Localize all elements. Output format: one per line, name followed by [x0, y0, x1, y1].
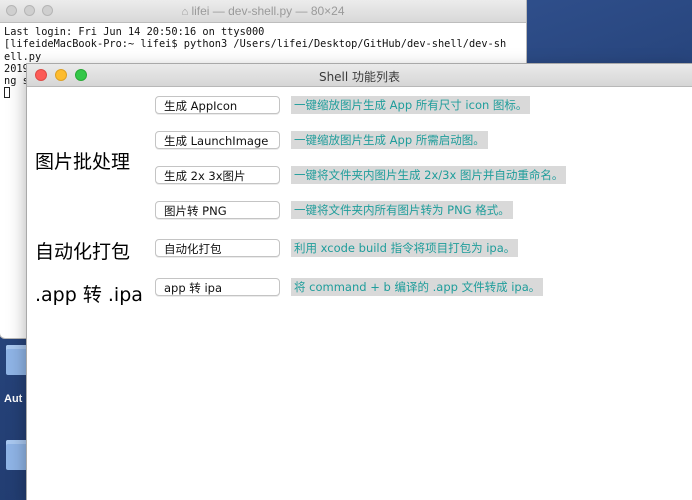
generate-appicon-desc: 一键缩放图片生成 App 所有尺寸 icon 图标。: [291, 96, 531, 114]
shell-window[interactable]: Shell 功能列表 图片批处理 自动化打包 .app 转 .ipa 生成 Ap…: [27, 64, 692, 500]
auto-package-desc: 利用 xcode build 指令将项目打包为 ipa。: [291, 239, 519, 257]
terminal-title: ⌂ lifei — dev-shell.py — 80×24: [181, 4, 345, 18]
generate-2x3x-desc: 一键将文件夹内图片生成 2x/3x 图片并自动重命名。: [291, 166, 567, 184]
category-auto-package: 自动化打包: [35, 241, 131, 263]
terminal-line: [lifeideMacBook-Pro:~ lifei$ python3 /Us…: [4, 38, 507, 51]
generate-appicon-button[interactable]: 生成 AppIcon: [155, 96, 280, 114]
convert-png-desc: 一键将文件夹内所有图片转为 PNG 格式。: [291, 201, 513, 219]
auto-package-button[interactable]: 自动化打包: [155, 239, 280, 257]
app-to-ipa-button[interactable]: app 转 ipa: [155, 278, 280, 296]
category-image-batch: 图片批处理: [35, 151, 131, 173]
terminal-line: ell.py: [4, 50, 42, 63]
terminal-line: Last login: Fri Jun 14 20:50:16 on ttys0…: [4, 26, 265, 38]
convert-png-button[interactable]: 图片转 PNG: [155, 201, 280, 219]
terminal-titlebar[interactable]: ⌂ lifei — dev-shell.py — 80×24: [0, 0, 526, 23]
shell-titlebar[interactable]: Shell 功能列表: [27, 64, 692, 87]
home-folder-icon: ⌂: [181, 6, 189, 18]
terminal-cursor: [4, 87, 10, 99]
generate-launchimage-button[interactable]: 生成 LaunchImage: [155, 131, 280, 149]
folder-icon[interactable]: [6, 345, 28, 375]
desktop-folder-label: Aut: [4, 393, 23, 405]
category-app-to-ipa: .app 转 .ipa: [35, 284, 143, 306]
folder-icon[interactable]: [6, 440, 28, 470]
shell-window-title: Shell 功能列表: [318, 70, 401, 84]
app-to-ipa-desc: 将 command + b 编译的 .app 文件转成 ipa。: [291, 278, 544, 296]
generate-launchimage-desc: 一键缩放图片生成 App 所需启动图。: [291, 131, 488, 149]
generate-2x3x-button[interactable]: 生成 2x 3x图片: [155, 166, 280, 184]
